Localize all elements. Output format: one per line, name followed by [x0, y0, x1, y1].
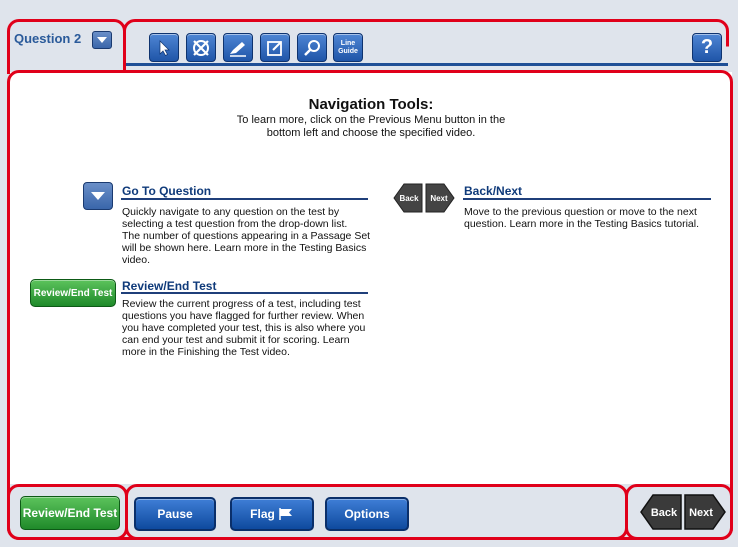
flag-button[interactable]: Flag: [230, 497, 314, 531]
content-highlight: [7, 70, 733, 540]
pause-label: Pause: [157, 507, 193, 521]
question-selector-highlight: [7, 19, 126, 74]
toolbar-divider: [124, 63, 728, 66]
flag-label: Flag: [250, 507, 275, 521]
options-label: Options: [344, 507, 390, 521]
next-label: Next: [689, 507, 713, 519]
back-button[interactable]: Back: [640, 494, 682, 530]
flag-icon: [279, 508, 292, 520]
pause-button[interactable]: Pause: [134, 497, 216, 531]
options-button[interactable]: Options: [325, 497, 409, 531]
next-button[interactable]: Next: [684, 494, 726, 530]
footer-back-next: Back Next: [640, 494, 726, 530]
back-label: Back: [651, 507, 678, 519]
footer-left-highlight: [7, 484, 128, 540]
